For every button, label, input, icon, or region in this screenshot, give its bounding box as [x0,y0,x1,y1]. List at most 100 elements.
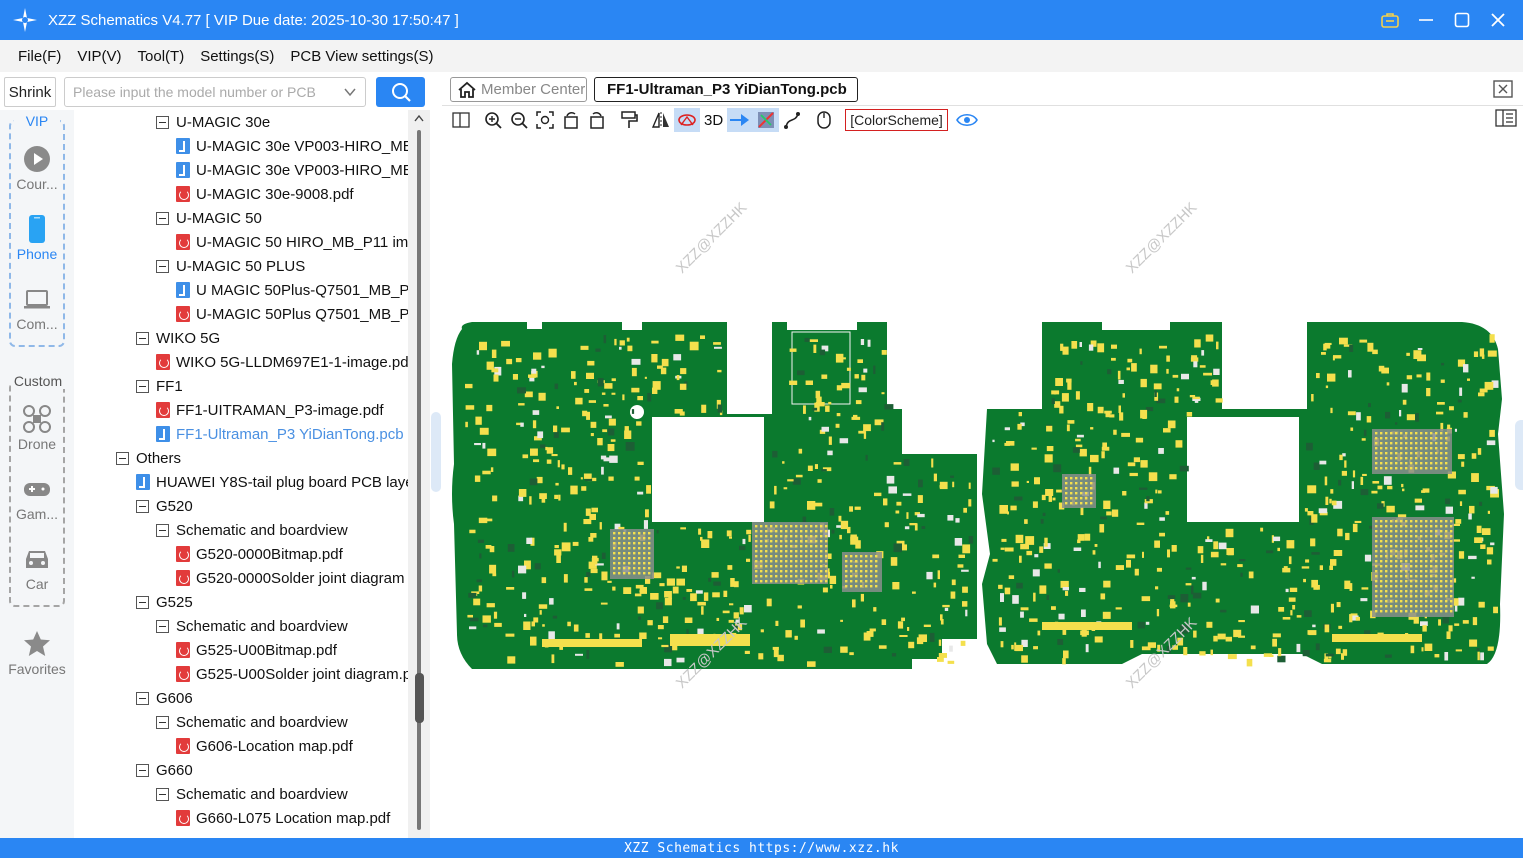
tree-file[interactable]: U-MAGIC 30e VP003-HIRO_MB_ [176,134,408,158]
pcb-pad [800,619,805,628]
sidebar-item-drone[interactable]: Drone [4,404,70,452]
tree-file[interactable]: G660-L075 Location map.pdf [176,806,390,830]
search-button[interactable] [376,77,425,107]
menu-tool[interactable]: Tool(T) [130,48,193,65]
collapse-toggle-icon[interactable] [156,211,169,225]
tree-scrollbar[interactable] [408,110,430,838]
pcb-canvas[interactable]: XZZ@XZZHK XZZ@XZZHK XZZ@XZZHK XZZ@XZZHK [442,134,1515,838]
sidebar-item-car[interactable]: Car [4,544,70,592]
pcb-ball [870,570,873,573]
sidebar-item-favorites[interactable]: Favorites [4,629,70,677]
tree-folder[interactable]: Others [116,446,181,470]
collapse-toggle-icon[interactable] [156,259,169,273]
menu-pcb-view-settings[interactable]: PCB View settings(S) [282,48,441,65]
view-3d-toggle[interactable]: 3D [704,112,723,129]
shrink-button[interactable]: Shrink [4,77,56,107]
search-input[interactable] [73,84,333,100]
tree-folder[interactable]: G660 [136,758,193,782]
tree-folder[interactable]: WIKO 5G [136,326,220,350]
zoom-in-icon[interactable] [480,108,506,132]
collapse-toggle-icon[interactable] [156,619,169,633]
tree-folder[interactable]: Schematic and boardview [156,614,348,638]
pin-arrow-icon[interactable] [727,108,754,132]
collapse-toggle-icon[interactable] [156,115,169,129]
net-highlight-icon[interactable] [674,108,700,132]
tree-file[interactable]: U-MAGIC 30e-9008.pdf [176,182,354,206]
close-button[interactable] [1487,9,1509,31]
collapse-toggle-icon[interactable] [136,499,149,513]
tree-folder[interactable]: FF1 [136,374,183,398]
close-all-tabs-icon[interactable] [1493,80,1513,98]
search-combobox[interactable] [64,77,366,107]
tree-folder[interactable]: G606 [136,686,193,710]
pcb-ball [1440,550,1443,553]
pcb-ball [1430,520,1433,523]
tree-file[interactable]: WIKO 5G-LLDM697E1-1-image.pdf [156,350,408,374]
tab-pcb-file[interactable]: FF1-Ultraman_P3 YiDianTong.pcb [594,77,858,102]
tree-file[interactable]: G525-U00Solder joint diagram.p [176,662,408,686]
tree-folder[interactable]: Schematic and boardview [156,782,348,806]
scroll-up-icon[interactable] [414,114,424,122]
tree-file[interactable]: HUAWEI Y8S-tail plug board PCB laye [136,470,408,494]
tree-file[interactable]: U-MAGIC 50Plus Q7501_MB_P1 [176,302,408,326]
collapse-toggle-icon[interactable] [156,787,169,801]
rotate-right-icon[interactable] [584,108,610,132]
collapse-toggle-icon[interactable] [156,715,169,729]
menu-settings[interactable]: Settings(S) [192,48,282,65]
right-panel-handle[interactable] [1515,420,1523,490]
maximize-button[interactable] [1451,9,1473,31]
tree-folder[interactable]: Schematic and boardview [156,710,348,734]
collapse-toggle-icon[interactable] [136,595,149,609]
vip-bag-icon[interactable] [1379,9,1401,31]
tree-folder[interactable]: G525 [136,590,193,614]
right-panel-toggle-icon[interactable] [1495,109,1517,127]
tree-file[interactable]: G520-0000Bitmap.pdf [176,542,343,566]
scroll-thumb[interactable] [415,673,424,723]
menu-file[interactable]: File(F) [10,48,69,65]
collapse-toggle-icon[interactable] [116,451,129,465]
sidebar-item-game[interactable]: Gam... [4,474,70,522]
tree-file[interactable]: U-MAGIC 30e VP003-HIRO_MB_ [176,158,408,182]
color-scheme-button[interactable]: [ColorScheme] [845,109,948,131]
collapse-tree-handle[interactable] [431,412,441,492]
collapse-toggle-icon[interactable] [156,523,169,537]
tab-member-center[interactable]: Member Center [450,77,587,102]
sidebar-item-course[interactable]: Cour... [4,144,70,192]
pcb-pad [1037,630,1041,636]
rotate-left-icon[interactable] [558,108,584,132]
sidebar-item-computer[interactable]: Com... [4,284,70,332]
tree-folder[interactable]: U-MAGIC 30e [156,110,270,134]
panel-splitter[interactable] [430,72,442,838]
tree-file[interactable]: G520-0000Solder joint diagram [176,566,404,590]
chevron-down-icon[interactable] [343,85,357,99]
collapse-toggle-icon[interactable] [136,691,149,705]
collapse-toggle-icon[interactable] [136,379,149,393]
pcb-pad [892,582,900,590]
flip-horizontal-icon[interactable] [648,108,674,132]
trace-route-icon[interactable] [779,108,805,132]
sidebar-item-phone[interactable]: Phone [4,214,70,262]
tree-folder[interactable]: U-MAGIC 50 PLUS [156,254,305,278]
toggle-sidebar-icon[interactable] [448,108,474,132]
tree-folder[interactable]: G520 [136,494,193,518]
tree-file[interactable]: U MAGIC 50Plus-Q7501_MB_P1 [176,278,408,302]
mouse-icon[interactable] [811,108,837,132]
fit-view-icon[interactable] [532,108,558,132]
collapse-toggle-icon[interactable] [136,331,149,345]
tree-file[interactable]: G606-Location map.pdf [176,734,353,758]
tree-file[interactable]: U-MAGIC 50 HIRO_MB_P11 ima [176,230,408,254]
menu-vip[interactable]: VIP(V) [69,48,129,65]
zoom-out-icon[interactable] [506,108,532,132]
tree-file[interactable]: G525-U00Bitmap.pdf [176,638,337,662]
eye-icon[interactable] [954,108,980,132]
collapse-toggle-icon[interactable] [136,763,149,777]
tree-folder[interactable]: U-MAGIC 50 [156,206,262,230]
pcb-board-view[interactable]: XZZ@XZZHK XZZ@XZZHKXZZ@XZZHK XZZ@XZZHK [442,134,1515,838]
tree-file[interactable]: FF1-Ultraman_P3 YiDianTong.pcb [156,422,404,446]
tree-folder[interactable]: Schematic and boardview [156,518,348,542]
paint-roller-icon[interactable] [616,108,642,132]
layer-view-icon[interactable] [753,108,780,132]
minimize-button[interactable] [1415,9,1437,31]
pcb-ball [1425,457,1428,460]
tree-file[interactable]: FF1-UITRAMAN_P3-image.pdf [156,398,384,422]
